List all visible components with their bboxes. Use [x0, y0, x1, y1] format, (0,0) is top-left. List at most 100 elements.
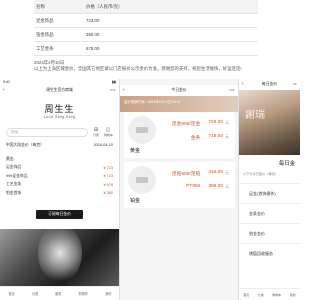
nav-bar: ‹ 今日金价 •••: [120, 85, 238, 96]
search-input[interactable]: 搜索: [6, 127, 88, 137]
price-line-unit: 元: [225, 170, 229, 175]
item-label: 工艺金条: [6, 182, 22, 187]
gold-name: 黄金: [130, 148, 141, 154]
list-item: 999足金饰品 ¥ 723: [6, 172, 113, 181]
back-icon[interactable]: ‹: [123, 87, 125, 93]
row-name: 工艺金条: [36, 45, 54, 51]
option-item[interactable]: 金条金价: [239, 203, 300, 223]
back-icon[interactable]: ‹: [242, 81, 244, 87]
more-icon[interactable]: •••: [110, 87, 116, 92]
price-line-unit: 元: [225, 184, 229, 189]
item-label: 足金饰品: [6, 165, 22, 170]
category-button[interactable]: ⊞ 分类: [92, 127, 100, 137]
tab-home[interactable]: 首页: [8, 291, 14, 296]
item-value: ¥ 723: [103, 174, 113, 179]
price-line-value: 718.00: [208, 134, 223, 139]
option-item[interactable]: 足金(首饰操作): [239, 183, 300, 203]
table-row: 铂金饰品 360.00: [34, 28, 258, 42]
brand-photo: 謝瑞: [239, 90, 300, 155]
tab-cart[interactable]: 购物车: [272, 293, 281, 297]
row-name: 足金饰品: [36, 17, 54, 23]
sheet-note: 以下为今日金价（每克）: [243, 172, 279, 176]
list-item: 铂金首饰 ¥ 360: [6, 189, 113, 198]
price-line: 足铂999/足铂 416.00 元: [172, 170, 229, 177]
row-price: 723.00: [86, 18, 100, 23]
platinum-name: 铂金: [130, 198, 141, 204]
tab-me[interactable]: 我的: [105, 291, 111, 296]
price-line: 金条 718.00 元: [191, 134, 229, 141]
platinum-bar-icon: [128, 166, 156, 194]
more-icon[interactable]: ••: [293, 81, 297, 86]
status-time: 9:41: [3, 80, 10, 84]
tab-category[interactable]: 分类: [258, 293, 264, 297]
option-item[interactable]: 铂金金价: [239, 223, 300, 243]
item-value: ¥ 723: [103, 165, 113, 170]
price-line-value: 728.00: [208, 120, 223, 125]
brand: 周生生 Chow Sang Sang: [0, 102, 119, 119]
table-note: 以上为上海区域金价，全国其它地区请以门店报价公示金价为准，感谢您的支持，祝您生活…: [34, 66, 242, 71]
item-value: ¥ 678: [103, 182, 113, 187]
hero-image: [0, 229, 119, 286]
tab-bar: 首页 分类 服务 购物车 我的: [0, 286, 119, 300]
update-banner: 金价更新时间：2024年4月10日 09:21: [120, 96, 238, 112]
back-icon[interactable]: ‹: [3, 87, 5, 93]
header-price: 价格（人民币/克）: [86, 3, 123, 9]
item-value: ¥ 360: [103, 191, 113, 196]
info-label: 中国大陆金价（每克）: [6, 143, 44, 147]
platinum-card: 铂金 足铂999/足铂 416.00 元 PT950 399.00 元: [124, 162, 235, 208]
category-label: 分类: [92, 133, 99, 137]
brand-logo: 周生生: [44, 105, 75, 115]
subscribe-button[interactable]: 订阅每日金价: [36, 209, 83, 219]
price-line: PT950 399.00 元: [186, 184, 229, 190]
price-line-label: 足铂999/足铂: [171, 172, 201, 177]
subscribe-wrap: 订阅每日金价: [0, 202, 119, 220]
price-line-label: 金条: [190, 136, 201, 141]
info-date: 2024-04-10: [93, 143, 113, 147]
gold-bar-icon: [128, 116, 156, 144]
price-line-unit: 元: [225, 120, 229, 125]
gold-card: 黄金 足金999/足金 728.00 元 金条 718.00 元: [124, 112, 235, 158]
tab-service[interactable]: 服务: [55, 291, 61, 296]
price-list: 黄金: 足金饰品 ¥ 723 999足金饰品 ¥ 723 工艺金条 ¥ 678 …: [6, 155, 113, 198]
tab-home[interactable]: 首页: [243, 293, 249, 297]
list-item: 工艺金条 ¥ 678: [6, 181, 113, 190]
nav-title: 周生生官方商城: [46, 88, 73, 92]
option-item[interactable]: 增值回收服务: [239, 243, 300, 263]
price-line-label: PT950: [186, 184, 201, 189]
item-label: 铂金首饰: [6, 190, 22, 195]
cart-label: 购物车: [103, 133, 113, 137]
list-item: 足金饰品 ¥ 723: [6, 164, 113, 173]
more-icon[interactable]: •••: [229, 87, 235, 92]
photo-logo: 謝瑞: [245, 110, 265, 121]
hero-glow: [38, 229, 82, 283]
today-price-panel: ‹ 今日金价 ••• 金价更新时间：2024年4月10日 09:21 黄金 足金…: [120, 79, 239, 300]
row-price: 360.00: [86, 32, 100, 37]
daily-price-panel: ‹ 每日金价 •• 謝瑞 每日金 以下为今日金价（每克） 足金(首饰操作) 金条…: [239, 79, 300, 300]
table-row: 足金饰品 723.00: [34, 14, 258, 28]
table-row: 工艺金条 678.00: [34, 42, 258, 56]
cart-button[interactable]: ◫ 购物车: [104, 127, 113, 137]
nav-bar: ‹ 周生生官方商城 •••: [0, 85, 119, 96]
header-name: 名称: [36, 3, 45, 9]
nav-title: 每日金价: [261, 82, 278, 86]
row-price: 678.00: [86, 46, 100, 51]
price-line-value: 399.00: [208, 184, 223, 189]
tab-cart[interactable]: 购物车: [79, 291, 89, 296]
store-panel: 9:41 ▮▮ ‹ 周生生官方商城 ••• 周生生 Chow Sang Sang…: [0, 79, 120, 300]
search-row: 搜索 ⊞ 分类 ◫ 购物车: [6, 127, 113, 137]
tab-category[interactable]: 分类: [32, 291, 38, 296]
battery-icon: ▮▮: [112, 80, 116, 84]
price-line-value: 416.00: [208, 170, 223, 175]
gold-price-info: 中国大陆金价（每克） 2024-04-10: [6, 143, 113, 148]
price-sheet: 每日金 以下为今日金价（每克） 足金(首饰操作) 金条金价 铂金金价 增值回收服…: [239, 155, 300, 300]
price-line: 足金999/足金 728.00 元: [172, 120, 229, 127]
platinum-bar-shape: [136, 177, 148, 183]
price-table: 名称 价格（人民币/克） 足金饰品 723.00 铂金饰品 360.00 工艺金…: [34, 0, 258, 56]
table-header: 名称 价格（人民币/克）: [34, 0, 258, 14]
row-name: 铂金饰品: [36, 31, 54, 37]
sheet-title: 每日金: [278, 161, 295, 167]
section-label: 黄金:: [6, 155, 113, 164]
tab-me[interactable]: 我的: [290, 293, 296, 297]
empty-area: [120, 240, 238, 300]
gold-bar-shape: [136, 127, 148, 133]
